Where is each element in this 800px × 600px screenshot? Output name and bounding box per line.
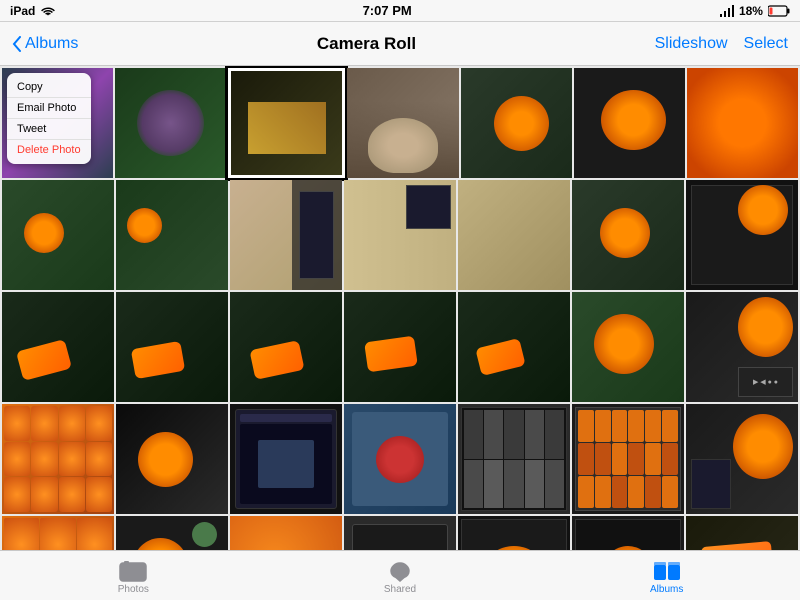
photo-thumb[interactable]: [572, 404, 684, 514]
page-title: Camera Roll: [317, 34, 416, 54]
status-left: iPad: [10, 4, 56, 18]
photo-thumb[interactable]: [230, 180, 342, 290]
back-label: Albums: [25, 35, 78, 53]
battery-pct: 18%: [739, 4, 763, 18]
photo-thumb[interactable]: [574, 68, 685, 178]
ctx-delete[interactable]: Delete Photo: [7, 140, 91, 160]
photo-thumb[interactable]: [572, 180, 684, 290]
status-right: 18%: [718, 4, 790, 18]
tab-shared-label: Shared: [384, 584, 416, 595]
tab-photos-label: Photos: [118, 584, 149, 595]
grid-row: ▶ ◀ ● ●: [2, 292, 798, 402]
photo-thumb[interactable]: [458, 404, 570, 514]
photo-thumb[interactable]: [344, 404, 456, 514]
tab-photos[interactable]: Photos: [0, 556, 267, 595]
back-button[interactable]: Albums: [12, 35, 78, 53]
photo-thumb[interactable]: [572, 516, 684, 550]
tab-shared[interactable]: Shared: [267, 556, 534, 595]
photo-thumb[interactable]: [116, 180, 228, 290]
tab-bar: Photos Shared Albums: [0, 550, 800, 600]
photo-thumb[interactable]: [2, 516, 114, 550]
grid-row: [2, 180, 798, 290]
photo-grid: Copy Email Photo Tweet Delete Photo: [0, 66, 800, 550]
photo-thumb[interactable]: [116, 292, 228, 402]
status-bar: iPad 7:07 PM 18%: [0, 0, 800, 22]
photo-thumb[interactable]: [344, 180, 456, 290]
photo-thumb[interactable]: [458, 292, 570, 402]
photo-thumb[interactable]: [2, 180, 114, 290]
photo-thumb[interactable]: [230, 404, 342, 514]
photo-thumb[interactable]: [2, 404, 114, 514]
status-time: 7:07 PM: [363, 3, 412, 18]
nav-actions: Slideshow Select: [655, 35, 788, 53]
photo-thumb[interactable]: [230, 292, 342, 402]
photo-thumb[interactable]: [458, 180, 570, 290]
photo-thumb[interactable]: [347, 68, 458, 178]
tab-albums-label: Albums: [650, 584, 683, 595]
select-button[interactable]: Select: [744, 35, 788, 53]
photo-thumb[interactable]: [458, 516, 570, 550]
photo-thumb[interactable]: [115, 68, 226, 178]
context-menu: Copy Email Photo Tweet Delete Photo: [7, 73, 91, 164]
photo-thumb[interactable]: [461, 68, 572, 178]
grid-row: ▶: [2, 516, 798, 550]
signal-icon: [718, 5, 734, 17]
photo-thumb[interactable]: [686, 404, 798, 514]
photo-thumb[interactable]: [2, 292, 114, 402]
ctx-copy[interactable]: Copy: [7, 77, 91, 98]
battery-icon: [768, 5, 790, 17]
photo-thumb[interactable]: [687, 68, 798, 178]
photo-thumb[interactable]: [686, 180, 798, 290]
photo-thumb[interactable]: [116, 404, 228, 514]
tab-albums[interactable]: Albums: [533, 556, 800, 595]
grid-row: Copy Email Photo Tweet Delete Photo: [2, 68, 798, 178]
photo-thumb[interactable]: [572, 292, 684, 402]
photo-thumb[interactable]: [686, 516, 798, 550]
photo-thumb[interactable]: [116, 516, 228, 550]
slideshow-button[interactable]: Slideshow: [655, 35, 728, 53]
photo-thumb[interactable]: [344, 292, 456, 402]
nav-bar: Albums Camera Roll Slideshow Select: [0, 22, 800, 66]
photo-thumb-selected[interactable]: [228, 68, 345, 178]
device-label: iPad: [10, 4, 35, 18]
wifi-icon: [40, 5, 56, 17]
photo-thumb[interactable]: Copy Email Photo Tweet Delete Photo: [2, 68, 113, 178]
photo-thumb[interactable]: ▶ ◀ ● ●: [686, 292, 798, 402]
ctx-tweet[interactable]: Tweet: [7, 119, 91, 140]
ctx-email[interactable]: Email Photo: [7, 98, 91, 119]
photo-thumb[interactable]: [230, 516, 342, 550]
photo-thumb[interactable]: ▶: [344, 516, 456, 550]
grid-row: [2, 404, 798, 514]
